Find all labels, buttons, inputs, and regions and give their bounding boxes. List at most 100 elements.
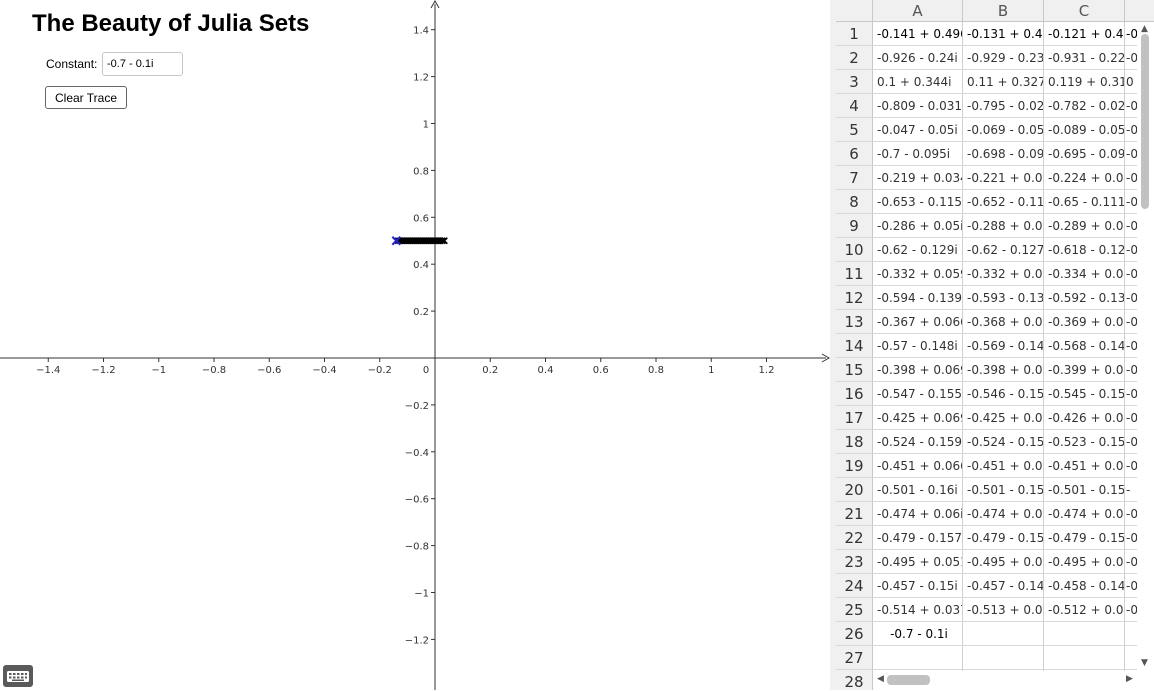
horizontal-scrollbar[interactable]: ◀ ▶ — [874, 671, 1137, 690]
cell-b[interactable]: -0.524 - 0.158 — [963, 430, 1044, 454]
cell-c[interactable]: -0.501 - 0.157 — [1044, 478, 1125, 502]
cell-a[interactable]: -0.524 - 0.159i — [873, 430, 963, 454]
cell-b[interactable]: 0.11 + 0.327i — [963, 70, 1044, 94]
cell-c[interactable]: -0.495 + 0.04 — [1044, 550, 1125, 574]
row-header[interactable]: 19 — [836, 454, 873, 478]
row-header[interactable]: 15 — [836, 358, 873, 382]
cell-a[interactable]: -0.367 + 0.066i — [873, 310, 963, 334]
cell-b[interactable]: -0.698 - 0.092 — [963, 142, 1044, 166]
vertical-scroll-thumb[interactable] — [1141, 34, 1149, 209]
cell-c[interactable]: -0.523 - 0.156 — [1044, 430, 1125, 454]
cell-b[interactable]: -0.425 + 0.06 — [963, 406, 1044, 430]
row-header[interactable]: 14 — [836, 334, 873, 358]
cell-c[interactable]: -0.931 - 0.22i — [1044, 46, 1125, 70]
cell-b[interactable]: -0.652 - 0.113 — [963, 190, 1044, 214]
cell-a[interactable]: -0.479 - 0.157i — [873, 526, 963, 550]
scroll-right-icon[interactable]: ▶ — [1126, 674, 1133, 684]
row-header[interactable]: 6 — [836, 142, 873, 166]
cell-a[interactable]: -0.495 + 0.051i — [873, 550, 963, 574]
cell-c[interactable]: -0.592 - 0.137 — [1044, 286, 1125, 310]
cell-b[interactable]: -0.513 + 0.03 — [963, 598, 1044, 622]
vertical-scrollbar[interactable]: ▲ ▼ — [1137, 22, 1154, 670]
cell-b[interactable]: -0.474 + 0.05 — [963, 502, 1044, 526]
row-header[interactable]: 16 — [836, 382, 873, 406]
cell-b[interactable]: -0.593 - 0.138 — [963, 286, 1044, 310]
row-header[interactable]: 21 — [836, 502, 873, 526]
row-header[interactable]: 5 — [836, 118, 873, 142]
row-header[interactable]: 4 — [836, 94, 873, 118]
cell-b[interactable]: -0.332 + 0.05 — [963, 262, 1044, 286]
row-header[interactable]: 2 — [836, 46, 873, 70]
row-header[interactable]: 10 — [836, 238, 873, 262]
cell-b[interactable]: -0.288 + 0.04 — [963, 214, 1044, 238]
cell-a[interactable]: -0.57 - 0.148i — [873, 334, 963, 358]
cell-c[interactable]: -0.089 - 0.059 — [1044, 118, 1125, 142]
row-header[interactable]: 23 — [836, 550, 873, 574]
column-header-a[interactable]: A — [873, 0, 963, 22]
corner-header[interactable] — [836, 0, 873, 22]
cell-c[interactable] — [1044, 622, 1125, 646]
cell-a[interactable]: -0.514 + 0.037i — [873, 598, 963, 622]
cell-c[interactable]: 0.119 + 0.31i — [1044, 70, 1125, 94]
cell-a[interactable]: -0.219 + 0.034i — [873, 166, 963, 190]
cell-b[interactable]: -0.398 + 0.06 — [963, 358, 1044, 382]
cell-b[interactable]: -0.457 - 0.149 — [963, 574, 1044, 598]
cell-a[interactable]: -0.457 - 0.15i — [873, 574, 963, 598]
cell-c[interactable]: -0.334 + 0.05 — [1044, 262, 1125, 286]
row-header[interactable]: 25 — [836, 598, 873, 622]
cell-c[interactable]: -0.545 - 0.152 — [1044, 382, 1125, 406]
cell-c[interactable]: -0.458 - 0.147 — [1044, 574, 1125, 598]
cell-b[interactable]: -0.368 + 0.06 — [963, 310, 1044, 334]
cell-c[interactable]: -0.369 + 0.06 — [1044, 310, 1125, 334]
cell-b[interactable] — [963, 622, 1044, 646]
row-header[interactable]: 11 — [836, 262, 873, 286]
row-header[interactable]: 3 — [836, 70, 873, 94]
cell-a[interactable]: -0.047 - 0.05i — [873, 118, 963, 142]
cell-a[interactable]: -0.425 + 0.069i — [873, 406, 963, 430]
row-header[interactable]: 12 — [836, 286, 873, 310]
constant-input[interactable] — [102, 52, 183, 76]
cell-c[interactable]: -0.224 + 0.02 — [1044, 166, 1125, 190]
cell-c[interactable]: -0.65 - 0.111i — [1044, 190, 1125, 214]
spreadsheet-view[interactable]: A B C 1-0.141 + 0.496i-0.131 + 0.49i-0.1… — [836, 0, 1154, 690]
column-header-d[interactable] — [1125, 0, 1154, 22]
cell-a[interactable]: -0.141 + 0.496i — [873, 22, 963, 46]
cell-b[interactable]: -0.795 - 0.028 — [963, 94, 1044, 118]
cell-a[interactable]: -0.547 - 0.155i — [873, 382, 963, 406]
row-header[interactable]: 13 — [836, 310, 873, 334]
cell-b[interactable]: -0.546 - 0.154 — [963, 382, 1044, 406]
row-header[interactable]: 18 — [836, 430, 873, 454]
row-header[interactable]: 9 — [836, 214, 873, 238]
cell-b[interactable]: -0.501 - 0.159 — [963, 478, 1044, 502]
cell-a[interactable]: -0.926 - 0.24i — [873, 46, 963, 70]
cell-a[interactable]: -0.7 - 0.095i — [873, 142, 963, 166]
cell-c[interactable]: -0.426 + 0.06 — [1044, 406, 1125, 430]
cell-b[interactable]: -0.495 + 0.04 — [963, 550, 1044, 574]
cell-a[interactable] — [873, 646, 963, 670]
cell-c[interactable]: -0.512 + 0.03 — [1044, 598, 1125, 622]
row-header[interactable]: 27 — [836, 646, 873, 670]
scroll-up-icon[interactable]: ▲ — [1141, 24, 1148, 34]
cell-a[interactable]: -0.809 - 0.031i — [873, 94, 963, 118]
cell-c[interactable] — [1044, 646, 1125, 670]
cell-a[interactable]: -0.474 + 0.06i — [873, 502, 963, 526]
cell-c[interactable]: -0.479 - 0.155 — [1044, 526, 1125, 550]
row-header[interactable]: 26 — [836, 622, 873, 646]
cell-a[interactable]: -0.7 - 0.1i — [873, 622, 963, 646]
cell-a[interactable]: -0.286 + 0.05i — [873, 214, 963, 238]
cell-c[interactable]: -0.695 - 0.09i — [1044, 142, 1125, 166]
cell-c[interactable]: -0.289 + 0.04 — [1044, 214, 1125, 238]
cell-c[interactable]: -0.399 + 0.06 — [1044, 358, 1125, 382]
cell-c[interactable]: -0.451 + 0.06 — [1044, 454, 1125, 478]
column-header-c[interactable]: C — [1044, 0, 1125, 22]
keyboard-button[interactable] — [3, 665, 33, 687]
cell-a[interactable]: -0.332 + 0.059i — [873, 262, 963, 286]
column-header-b[interactable]: B — [963, 0, 1044, 22]
row-header[interactable]: 28 — [836, 670, 873, 690]
cell-b[interactable]: -0.479 - 0.156 — [963, 526, 1044, 550]
cell-a[interactable]: 0.1 + 0.344i — [873, 70, 963, 94]
cell-a[interactable]: -0.501 - 0.16i — [873, 478, 963, 502]
cell-a[interactable]: -0.451 + 0.066i — [873, 454, 963, 478]
cell-b[interactable]: -0.069 - 0.055 — [963, 118, 1044, 142]
row-header[interactable]: 22 — [836, 526, 873, 550]
